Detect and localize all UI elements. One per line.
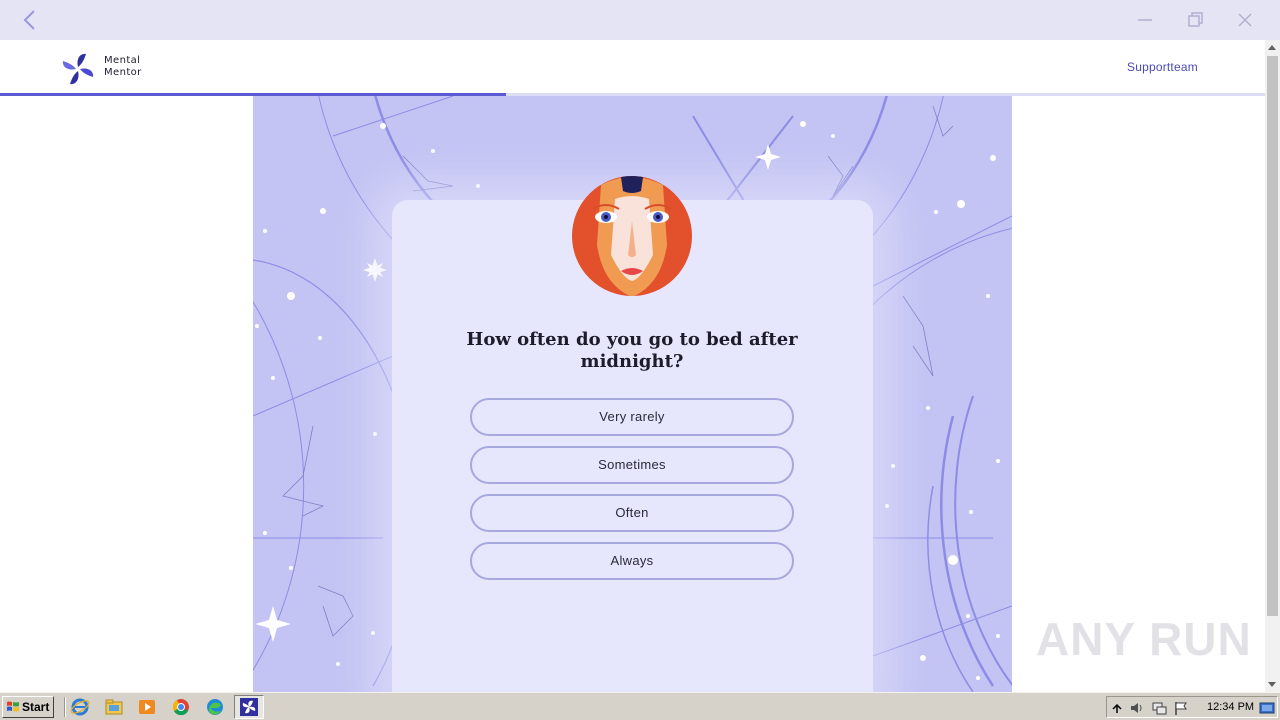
site-header: Mental Mentor Supportteam bbox=[0, 40, 1265, 94]
file-explorer-icon[interactable] bbox=[104, 697, 124, 717]
active-task-button[interactable] bbox=[234, 695, 264, 719]
media-player-icon[interactable] bbox=[137, 697, 157, 717]
mental-mentor-logo-icon[interactable] bbox=[60, 51, 96, 87]
scroll-down-arrow-icon[interactable] bbox=[1268, 682, 1276, 687]
restore-icon[interactable] bbox=[1184, 9, 1206, 31]
start-label: Start bbox=[22, 700, 50, 714]
volume-icon[interactable] bbox=[1129, 700, 1145, 716]
show-desktop-icon[interactable] bbox=[1259, 700, 1275, 716]
taskbar-separator bbox=[64, 697, 66, 717]
edge-icon[interactable] bbox=[205, 697, 225, 717]
brand-line-1: Mental bbox=[104, 55, 141, 66]
internet-explorer-icon[interactable] bbox=[70, 697, 90, 717]
answer-option-often[interactable]: Often bbox=[470, 494, 794, 532]
face-avatar-icon bbox=[572, 176, 692, 296]
support-team-link[interactable]: Supportteam bbox=[1127, 60, 1198, 74]
mental-mentor-app-icon bbox=[240, 698, 258, 716]
question-text: How often do you go to bed after midnigh… bbox=[466, 329, 798, 372]
chrome-icon[interactable] bbox=[171, 697, 191, 717]
windows-flag-icon bbox=[7, 701, 19, 712]
quiz-stage: How often do you go to bed after midnigh… bbox=[253, 96, 1012, 692]
answer-option-very-rarely[interactable]: Very rarely bbox=[470, 398, 794, 436]
brand-line-2: Mentor bbox=[104, 67, 142, 78]
start-button[interactable]: Start bbox=[2, 696, 54, 718]
window-titlebar bbox=[0, 0, 1280, 40]
action-center-flag-icon[interactable] bbox=[1173, 700, 1189, 716]
scroll-thumb[interactable] bbox=[1267, 56, 1278, 616]
network-icon[interactable] bbox=[1151, 700, 1167, 716]
taskbar-clock[interactable]: 12:34 PM bbox=[1207, 701, 1254, 713]
windows-taskbar: Start 12:34 PM bbox=[0, 692, 1280, 720]
anyrun-watermark: ANY RUN bbox=[1036, 613, 1252, 665]
minimize-icon[interactable] bbox=[1134, 9, 1156, 31]
answer-option-always[interactable]: Always bbox=[470, 542, 794, 580]
system-tray: 12:34 PM bbox=[1106, 696, 1278, 718]
answer-option-sometimes[interactable]: Sometimes bbox=[470, 446, 794, 484]
close-icon[interactable] bbox=[1234, 9, 1256, 31]
back-arrow-icon[interactable] bbox=[18, 8, 42, 32]
show-hidden-icons-icon[interactable] bbox=[1109, 700, 1125, 716]
page-scrollbar[interactable] bbox=[1265, 40, 1280, 692]
scroll-up-arrow-icon[interactable] bbox=[1268, 45, 1276, 50]
brand-name: Mental Mentor bbox=[104, 55, 142, 79]
